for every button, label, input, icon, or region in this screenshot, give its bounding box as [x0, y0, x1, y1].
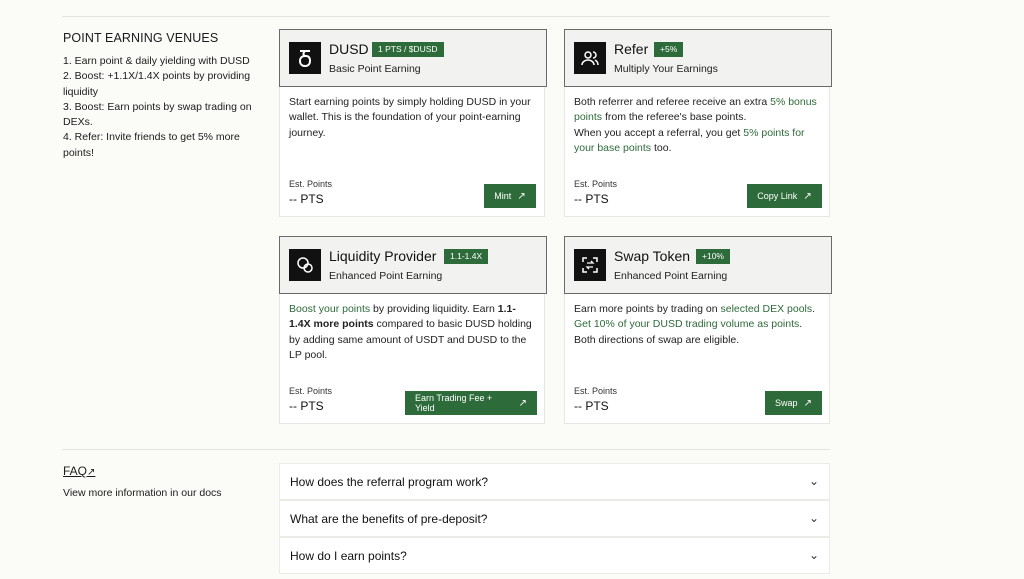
card-description: Start earning points by simply holding D… [289, 96, 531, 139]
faq-link[interactable]: FAQ↗ [63, 464, 95, 478]
mint-button[interactable]: Mint ↗ [484, 184, 536, 208]
arrow-up-right-icon: ↗ [803, 190, 812, 202]
swap-card: Swap Token +10% Enhanced Point Earning E… [564, 236, 832, 424]
section-title: POINT EARNING VENUES [63, 31, 219, 45]
est-points-value: -- PTS [289, 399, 324, 413]
card-subtitle: Enhanced Point Earning [329, 270, 443, 282]
button-label: Earn Trading Fee + Yield [415, 393, 493, 413]
est-points-label: Est. Points [574, 179, 618, 189]
venue-list: 1. Earn point & daily yielding with DUSD… [63, 54, 263, 161]
swap-button[interactable]: Swap ↗ [765, 391, 822, 415]
section-divider [62, 449, 830, 450]
bonus-badge: +10% [696, 249, 730, 264]
card-subtitle: Enhanced Point Earning [614, 270, 728, 282]
swap-icon [574, 249, 606, 281]
faq-item[interactable]: How do I earn points? ⌄ [279, 537, 830, 574]
card-header: Swap Token +10% Enhanced Point Earning [564, 236, 832, 294]
est-points-value: -- PTS [574, 192, 609, 206]
card-description: Earn more points by trading on selected … [574, 303, 816, 346]
card-title: Swap Token [614, 248, 691, 264]
dusd-logo-icon [289, 42, 321, 74]
faq-question: How do I earn points? [290, 549, 407, 563]
card-header: Liquidity Provider 1.1-1.4X Enhanced Poi… [279, 236, 547, 294]
list-item: 3. Boost: Earn points by swap trading on… [63, 100, 252, 129]
faq-item[interactable]: What are the benefits of pre-deposit? ⌄ [279, 500, 830, 537]
card-header: DUSD 1 PTS / $DUSD Basic Point Earning [279, 29, 547, 87]
est-points-label: Est. Points [289, 386, 333, 396]
faq-question: What are the benefits of pre-deposit? [290, 512, 488, 526]
est-points-label: Est. Points [574, 386, 618, 396]
chevron-down-icon: ⌄ [808, 511, 819, 525]
card-subtitle: Multiply Your Earnings [614, 63, 718, 75]
chevron-down-icon: ⌄ [808, 548, 819, 562]
est-points-value: -- PTS [574, 399, 609, 413]
card-description: Both referrer and referee receive an ext… [574, 96, 817, 154]
rate-badge: 1 PTS / $DUSD [372, 42, 444, 57]
est-points-value: -- PTS [289, 192, 324, 206]
arrow-up-right-icon: ↗ [517, 190, 526, 202]
multiplier-badge: 1.1-1.4X [444, 249, 489, 264]
chevron-down-icon: ⌄ [808, 474, 819, 488]
earn-trading-fee-button[interactable]: Earn Trading Fee + Yield ↗ [405, 391, 537, 415]
card-title: Refer [614, 41, 649, 57]
refer-card: Refer +5% Multiply Your Earnings Both re… [564, 29, 832, 217]
external-link-icon: ↗ [87, 467, 96, 478]
card-header: Refer +5% Multiply Your Earnings [564, 29, 832, 87]
button-label: Copy Link [757, 191, 798, 201]
card-title: DUSD [329, 41, 369, 57]
list-item: 4. Refer: Invite friends to get 5% more … [63, 131, 240, 159]
top-divider [62, 16, 830, 17]
faq-question: How does the referral program work? [290, 475, 489, 489]
bonus-badge: +5% [654, 42, 684, 57]
card-title: Liquidity Provider [329, 248, 437, 264]
dusd-card: DUSD 1 PTS / $DUSD Basic Point Earning S… [279, 29, 547, 217]
button-label: Swap [775, 398, 798, 408]
faq-subtitle: View more information in our docs [63, 487, 222, 499]
button-label: Mint [494, 191, 512, 201]
est-points-label: Est. Points [289, 179, 333, 189]
list-item: 2. Boost: +1.1X/1.4X points by providing… [63, 70, 251, 98]
copy-link-button[interactable]: Copy Link ↗ [747, 184, 822, 208]
arrow-up-right-icon: ↗ [803, 397, 812, 409]
arrow-up-right-icon: ↗ [518, 397, 527, 409]
coins-icon [289, 249, 321, 281]
users-icon [574, 42, 606, 74]
card-subtitle: Basic Point Earning [329, 63, 421, 75]
card-description: Boost your points by providing liquidity… [289, 303, 532, 361]
faq-item[interactable]: How does the referral program work? ⌄ [279, 463, 830, 500]
list-item: 1. Earn point & daily yielding with DUSD [63, 55, 250, 67]
liquidity-card: Liquidity Provider 1.1-1.4X Enhanced Poi… [279, 236, 547, 424]
